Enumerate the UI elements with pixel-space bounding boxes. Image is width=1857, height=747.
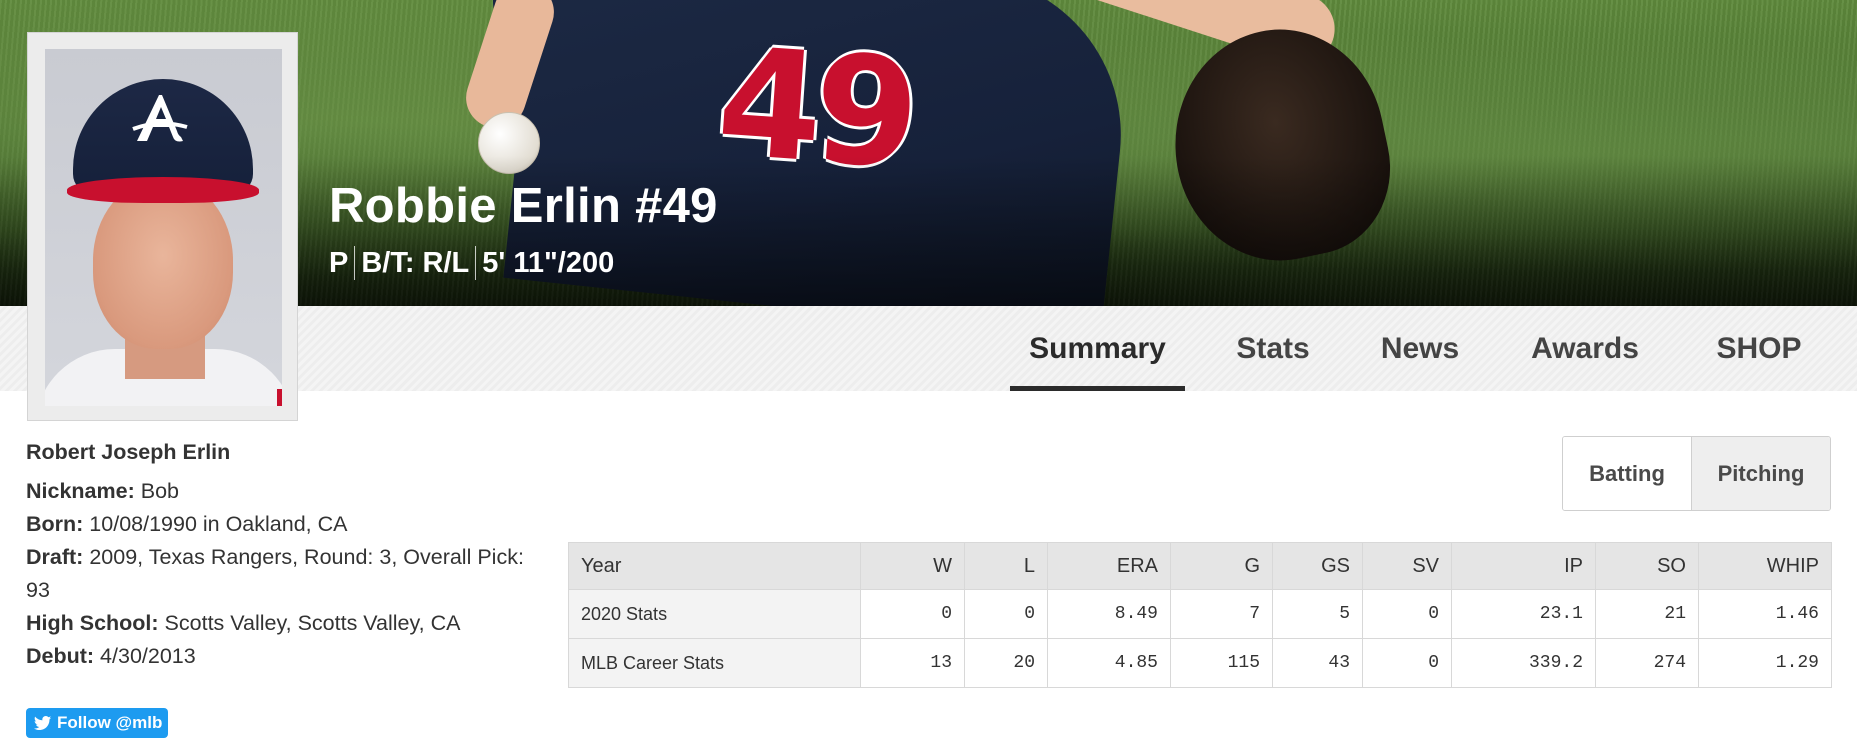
table-cell: 8.49 (1047, 589, 1171, 639)
tab-summary[interactable]: Summary (1010, 306, 1185, 391)
table-cell: 20 (964, 638, 1048, 688)
meta-divider (475, 246, 477, 280)
player-position: P (329, 246, 349, 279)
column-header[interactable]: Year (568, 542, 861, 590)
column-header[interactable]: GS (1272, 542, 1363, 590)
bio-draft-value: 2009, Texas Rangers, Round: 3, Overall P… (26, 545, 524, 602)
bio-nickname: Nickname: Bob (26, 475, 546, 508)
follow-button[interactable]: Follow @mlb (26, 708, 168, 738)
column-header[interactable]: SV (1362, 542, 1452, 590)
table-row: MLB Career Stats 13 20 4.85 115 43 0 339… (568, 638, 1832, 688)
bio-born-label: Born: (26, 512, 84, 536)
table-cell: MLB Career Stats (568, 638, 861, 688)
column-header[interactable]: L (964, 542, 1048, 590)
table-cell: 43 (1272, 638, 1363, 688)
bio-born: Born: 10/08/1990 in Oakland, CA (26, 508, 546, 541)
bio-high-school-label: High School: (26, 611, 159, 635)
bio-debut-value: 4/30/2013 (94, 644, 196, 668)
table-cell: 0 (1362, 589, 1452, 639)
bio-born-value: 10/08/1990 in Oakland, CA (83, 512, 348, 536)
table-cell: 23.1 (1451, 589, 1596, 639)
bio-draft: Draft: 2009, Texas Rangers, Round: 3, Ov… (26, 541, 546, 607)
headshot-cap-brim (67, 177, 259, 203)
headshot-face (93, 179, 233, 349)
pitching-stats-table: Year W L ERA G GS SV IP SO WHIP 2020 Sta… (568, 542, 1832, 688)
table-cell: 7 (1170, 589, 1273, 639)
table-cell: 0 (860, 589, 965, 639)
bio-nickname-label: Nickname: (26, 479, 135, 503)
column-header[interactable]: WHIP (1698, 542, 1832, 590)
tab-stats[interactable]: Stats (1217, 306, 1329, 391)
column-header[interactable]: W (860, 542, 965, 590)
table-cell: 115 (1170, 638, 1273, 688)
pitching-toggle-button[interactable]: Pitching (1692, 437, 1830, 510)
player-height-weight: 5' 11"/200 (482, 246, 615, 279)
bio-draft-label: Draft: (26, 545, 84, 569)
table-cell: 0 (964, 589, 1048, 639)
twitter-bird-icon (34, 715, 52, 730)
player-bio: Robert Joseph Erlin Nickname: Bob Born: … (26, 436, 546, 673)
tab-news[interactable]: News (1366, 306, 1474, 391)
team-logo-icon (132, 95, 188, 142)
table-cell: 0 (1362, 638, 1452, 688)
bio-full-name: Robert Joseph Erlin (26, 440, 231, 464)
batting-toggle-button[interactable]: Batting (1563, 437, 1693, 510)
player-bats-throws: B/T: R/L (361, 246, 470, 279)
stat-type-toggle: Batting Pitching (1562, 436, 1831, 511)
column-header[interactable]: IP (1451, 542, 1596, 590)
bio-high-school-value: Scotts Valley, Scotts Valley, CA (158, 611, 461, 635)
headshot-jersey-trim (277, 389, 282, 406)
table-cell: 1.29 (1698, 638, 1832, 688)
table-cell: 1.46 (1698, 589, 1832, 639)
bio-high-school: High School: Scotts Valley, Scotts Valle… (26, 607, 546, 640)
player-name: Robbie Erlin #49 (329, 179, 718, 233)
bio-debut-label: Debut: (26, 644, 95, 668)
tab-shop[interactable]: SHOP (1696, 306, 1822, 391)
follow-button-label: Follow @mlb (57, 713, 163, 732)
bio-nickname-value: Bob (134, 479, 179, 503)
player-headshot (45, 49, 282, 406)
table-cell: 13 (860, 638, 965, 688)
table-row: 2020 Stats 0 0 8.49 7 5 0 23.1 21 1.46 (568, 589, 1832, 639)
table-cell: 5 (1272, 589, 1363, 639)
table-cell: 339.2 (1451, 638, 1596, 688)
tab-awards[interactable]: Awards (1516, 306, 1654, 391)
bio-debut: Debut: 4/30/2013 (26, 640, 546, 673)
table-cell: 274 (1595, 638, 1699, 688)
column-header[interactable]: SO (1595, 542, 1699, 590)
player-headshot-frame (27, 32, 298, 421)
table-cell: 2020 Stats (568, 589, 861, 639)
column-header[interactable]: ERA (1047, 542, 1171, 590)
table-header-row: Year W L ERA G GS SV IP SO WHIP (568, 542, 1832, 590)
column-header[interactable]: G (1170, 542, 1273, 590)
table-cell: 4.85 (1047, 638, 1171, 688)
player-meta: P B/T: R/L 5' 11"/200 (329, 246, 614, 280)
table-cell: 21 (1595, 589, 1699, 639)
meta-divider (354, 246, 356, 280)
